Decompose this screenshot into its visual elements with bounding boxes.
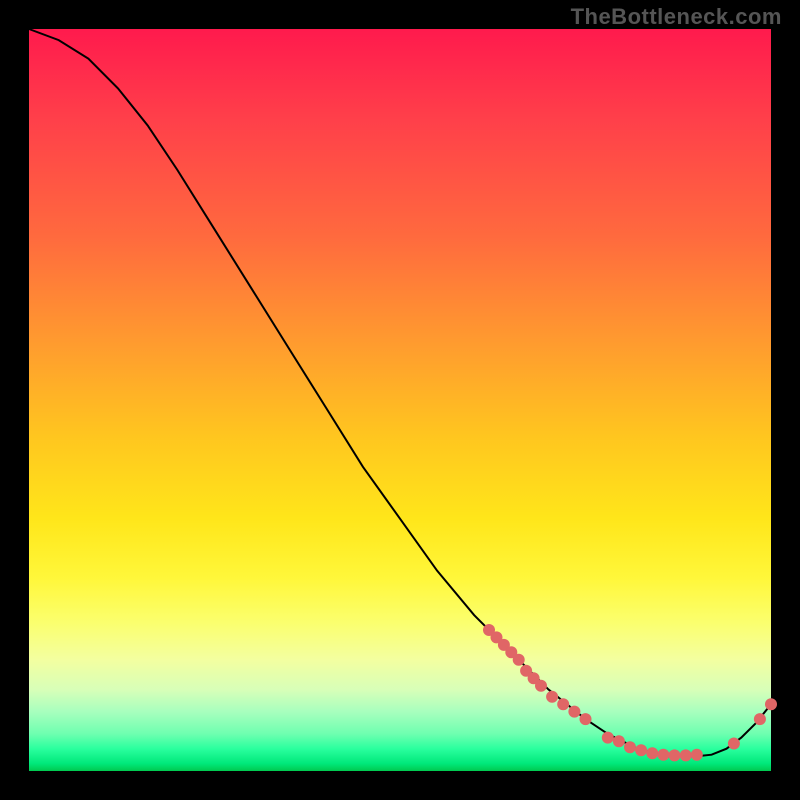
curve-marker (765, 698, 777, 710)
chart-stage: TheBottleneck.com (0, 0, 800, 800)
curve-marker (513, 654, 525, 666)
curve-marker (568, 706, 580, 718)
curve-marker (602, 732, 614, 744)
bottleneck-curve (29, 29, 771, 756)
curve-markers (483, 624, 777, 761)
curve-marker (646, 747, 658, 759)
plot-area (29, 29, 771, 771)
curve-layer (29, 29, 771, 771)
curve-marker (754, 713, 766, 725)
curve-marker (635, 744, 647, 756)
curve-marker (546, 691, 558, 703)
curve-marker (613, 735, 625, 747)
curve-marker (535, 680, 547, 692)
curve-marker (691, 749, 703, 761)
curve-marker (657, 749, 669, 761)
curve-marker (557, 698, 569, 710)
curve-marker (728, 738, 740, 750)
watermark-text: TheBottleneck.com (571, 4, 782, 30)
curve-marker (680, 749, 692, 761)
curve-marker (624, 741, 636, 753)
curve-marker (580, 713, 592, 725)
curve-marker (669, 749, 681, 761)
